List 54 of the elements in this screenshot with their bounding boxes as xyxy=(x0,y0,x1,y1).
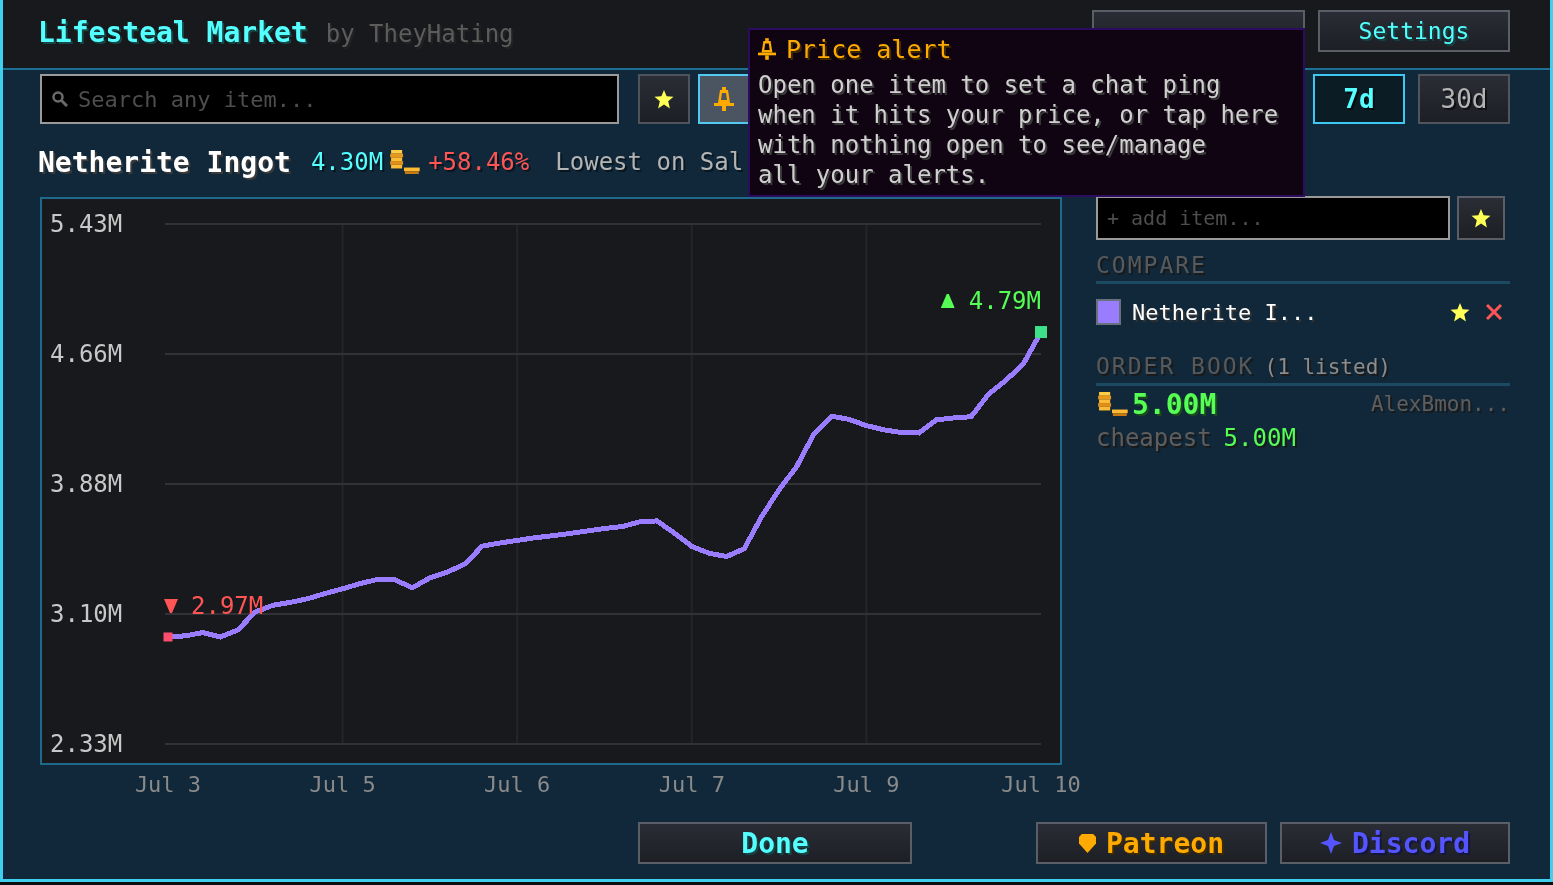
sparkle-icon xyxy=(1320,832,1342,854)
section-heading: ORDER BOOK xyxy=(1096,353,1255,379)
coins-icon xyxy=(1096,392,1128,416)
tooltip-text: Open one item to set a chat ping when it hits your price, or tap here with nothing open to see/manage all your alerts. xyxy=(758,70,1280,190)
done-button[interactable]: Done xyxy=(638,822,912,864)
axis-label: 5.43M xyxy=(50,210,123,238)
price-annotation: 4.79M xyxy=(968,287,1041,316)
axis-label: Jul 10 xyxy=(1001,772,1081,797)
cheapest-price: 5.00M xyxy=(1223,424,1296,452)
range-tab[interactable]: 30d xyxy=(1418,74,1510,124)
listing-count: (1 listed) xyxy=(1264,354,1391,380)
price-change: +58.46% xyxy=(428,148,530,176)
shield-icon xyxy=(1079,833,1096,853)
alert-button[interactable] xyxy=(698,74,750,124)
search-icon xyxy=(52,91,68,107)
add-item-field[interactable]: + add item... xyxy=(1096,196,1450,240)
compare-item-name: Netherite I... xyxy=(1132,299,1318,325)
seller-name: AlexBmon... xyxy=(1370,392,1510,416)
app-title: Lifesteal Market xyxy=(38,16,308,49)
axis-label: Jul 3 xyxy=(134,772,202,797)
axis-label: Jul 7 xyxy=(658,772,725,797)
close-icon[interactable] xyxy=(1486,304,1502,320)
patreon-button[interactable]: Patreon xyxy=(1036,822,1267,864)
bell-icon xyxy=(758,38,776,60)
cheapest-label: cheapest xyxy=(1096,424,1212,452)
axis-label: 3.10M xyxy=(50,600,123,628)
bell-icon xyxy=(714,87,734,111)
star-icon xyxy=(654,89,674,109)
byline: by TheyHating xyxy=(325,20,514,48)
star-icon xyxy=(1471,208,1491,228)
star-icon[interactable] xyxy=(1450,302,1470,322)
order-price: 5.00M xyxy=(1132,387,1217,421)
range-tab[interactable]: 7d xyxy=(1313,74,1405,124)
square-marker-icon xyxy=(163,632,173,642)
tooltip-title: Price alert xyxy=(786,34,952,64)
item-price: 4.30M xyxy=(310,148,384,176)
settings-button[interactable]: Settings xyxy=(1318,10,1510,52)
axis-label: Jul 6 xyxy=(484,772,551,797)
axis-label: 3.88M xyxy=(50,470,123,498)
axis-label: Jul 9 xyxy=(833,772,900,797)
favorites-button[interactable] xyxy=(1457,196,1505,240)
axis-label: Jul 5 xyxy=(309,772,376,797)
square-marker-icon xyxy=(1035,326,1047,339)
down-triangle-icon xyxy=(164,599,178,613)
up-triangle-icon xyxy=(940,294,955,309)
section-heading: COMPARE xyxy=(1096,252,1207,278)
favorites-button[interactable] xyxy=(638,74,690,124)
axis-label: 4.66M xyxy=(50,340,123,368)
coins-icon xyxy=(388,150,421,174)
search-field[interactable]: Search any item... xyxy=(40,74,619,124)
stats-text: Lowest on Sal xyxy=(555,148,744,176)
axis-label: 2.33M xyxy=(50,730,123,758)
item-name: Netherite Ingot xyxy=(38,145,291,179)
price-annotation: 2.97M xyxy=(191,592,264,620)
